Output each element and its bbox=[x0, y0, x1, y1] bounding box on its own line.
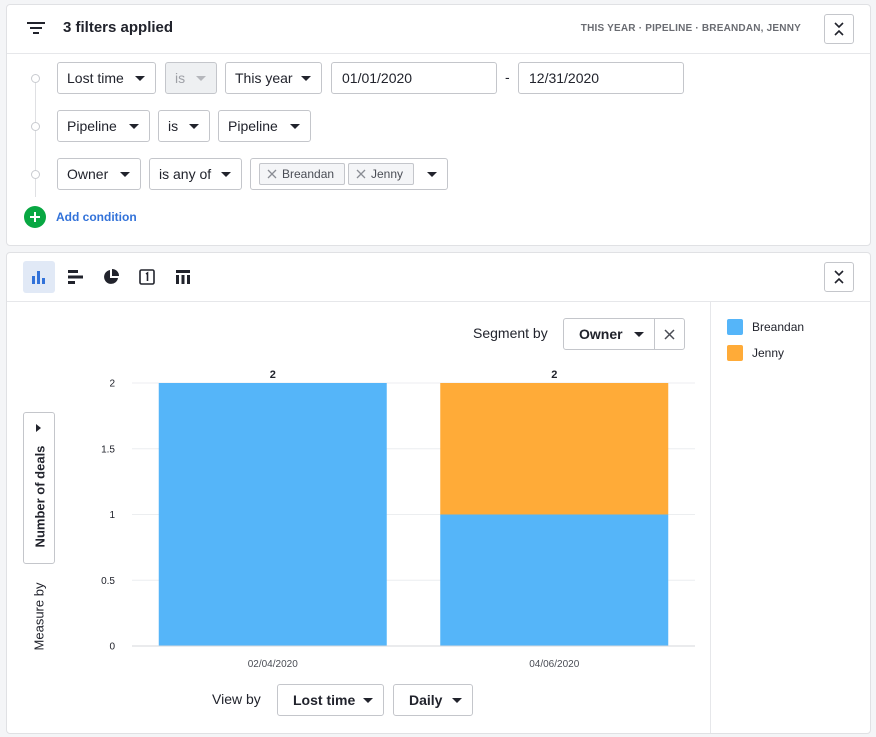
chip-jenny: Jenny bbox=[348, 163, 414, 185]
owner-multiselect[interactable]: Breandan Jenny bbox=[250, 158, 448, 190]
chevron-down-icon bbox=[221, 172, 231, 177]
chevron-down-icon bbox=[189, 124, 199, 129]
interval-value: Daily bbox=[409, 692, 443, 708]
chart-area: 0 0.5 1 1.5 2 2 02/04/2020 2 04/06/2020 bbox=[101, 369, 695, 670]
y-tick-label: 0.5 bbox=[101, 576, 115, 587]
operator-select-is-any-of[interactable]: is any of bbox=[149, 158, 242, 190]
chip-label: Breandan bbox=[282, 167, 335, 181]
collapse-icon bbox=[834, 270, 844, 284]
timeline-line bbox=[35, 77, 36, 197]
add-condition-label: Add condition bbox=[56, 210, 137, 224]
add-condition-button[interactable]: Add condition bbox=[24, 206, 154, 228]
pie-chart-button[interactable] bbox=[95, 261, 127, 293]
scorecard-button[interactable] bbox=[131, 261, 163, 293]
filters-title: 3 filters applied bbox=[63, 19, 174, 36]
remove-chip-icon[interactable] bbox=[356, 169, 366, 179]
horizontal-bar-icon bbox=[68, 270, 83, 284]
filters-summary: THIS YEAR · PIPELINE · BREANDAN, JENNY bbox=[580, 23, 801, 34]
field-select-lost-time[interactable]: Lost time bbox=[57, 62, 156, 94]
view-by-label: View by bbox=[212, 691, 261, 707]
field-label: Lost time bbox=[67, 70, 124, 86]
interval-select[interactable]: Daily bbox=[393, 684, 473, 716]
chip-breandan: Breandan bbox=[259, 163, 345, 185]
chevron-down-icon bbox=[427, 172, 437, 177]
bar-segment-jenny bbox=[440, 383, 669, 515]
field-select-owner[interactable]: Owner bbox=[57, 158, 141, 190]
x-tick-label: 04/06/2020 bbox=[529, 659, 579, 670]
chip-label: Jenny bbox=[371, 167, 404, 181]
chevron-down-icon bbox=[129, 124, 139, 129]
bar-total-label: 2 bbox=[551, 369, 557, 381]
chevron-down-icon bbox=[290, 124, 300, 129]
filters-header: 3 filters applied THIS YEAR · PIPELINE ·… bbox=[7, 5, 870, 54]
chart-legend: Breandan Jenny bbox=[710, 302, 870, 422]
bar-segment-breandan bbox=[158, 383, 387, 646]
y-tick-label: 1.5 bbox=[101, 444, 115, 455]
bar-total-label: 2 bbox=[270, 369, 276, 381]
bar-chart-button[interactable] bbox=[23, 261, 55, 293]
legend-label-breandan[interactable]: Breandan bbox=[752, 320, 804, 334]
collapse-icon bbox=[834, 22, 844, 36]
remove-chip-icon[interactable] bbox=[267, 169, 277, 179]
horizontal-bar-button[interactable] bbox=[59, 261, 91, 293]
scorecard-icon bbox=[139, 269, 155, 285]
legend-swatch-jenny bbox=[727, 345, 743, 361]
field-select-pipeline[interactable]: Pipeline bbox=[57, 110, 150, 142]
chevron-down-icon bbox=[363, 698, 373, 703]
filters-panel: 3 filters applied THIS YEAR · PIPELINE ·… bbox=[6, 4, 871, 246]
value-label: This year bbox=[235, 70, 293, 86]
condition-dot bbox=[31, 122, 40, 131]
condition-dot bbox=[31, 170, 40, 179]
date-from-input[interactable]: 01/01/2020 bbox=[331, 62, 497, 94]
operator-label: is bbox=[168, 118, 179, 134]
legend-label-jenny[interactable]: Jenny bbox=[752, 346, 784, 360]
value-select-this-year[interactable]: This year bbox=[225, 62, 322, 94]
value-select-pipeline[interactable]: Pipeline bbox=[218, 110, 311, 142]
y-tick-label: 0 bbox=[109, 642, 115, 653]
date-to-input[interactable]: 12/31/2020 bbox=[518, 62, 684, 94]
chevron-down-icon bbox=[135, 76, 145, 81]
y-tick-label: 1 bbox=[109, 510, 115, 521]
view-by-value: Lost time bbox=[293, 692, 356, 708]
collapse-filters-button[interactable] bbox=[824, 14, 854, 44]
chevron-down-icon bbox=[120, 172, 130, 177]
date-separator: - bbox=[505, 69, 510, 85]
collapse-report-button[interactable] bbox=[824, 262, 854, 292]
pie-chart-icon bbox=[104, 269, 119, 284]
view-by-select[interactable]: Lost time bbox=[277, 684, 384, 716]
y-tick-label: 2 bbox=[109, 379, 115, 390]
x-tick-label: 02/04/2020 bbox=[248, 659, 298, 670]
filter-icon[interactable] bbox=[26, 20, 46, 41]
chevron-down-icon bbox=[196, 76, 206, 81]
operator-select-is[interactable]: is bbox=[158, 110, 210, 142]
operator-label: is bbox=[175, 70, 186, 86]
plus-circle-icon bbox=[24, 206, 46, 228]
condition-dot bbox=[31, 74, 40, 83]
chevron-down-icon bbox=[301, 76, 311, 81]
table-icon bbox=[176, 270, 190, 284]
report-panel: Segment by Owner Number of deals Measure… bbox=[6, 252, 871, 734]
field-label: Pipeline bbox=[67, 118, 117, 134]
bar-chart-icon bbox=[32, 271, 45, 284]
operator-label: is any of bbox=[159, 166, 212, 182]
chevron-down-icon bbox=[452, 698, 462, 703]
operator-select-is-disabled: is bbox=[165, 62, 217, 94]
bar-segment-breandan bbox=[440, 514, 669, 646]
field-label: Owner bbox=[67, 166, 109, 182]
table-button[interactable] bbox=[167, 261, 199, 293]
legend-swatch-breandan bbox=[727, 319, 743, 335]
value-label: Pipeline bbox=[228, 118, 278, 134]
